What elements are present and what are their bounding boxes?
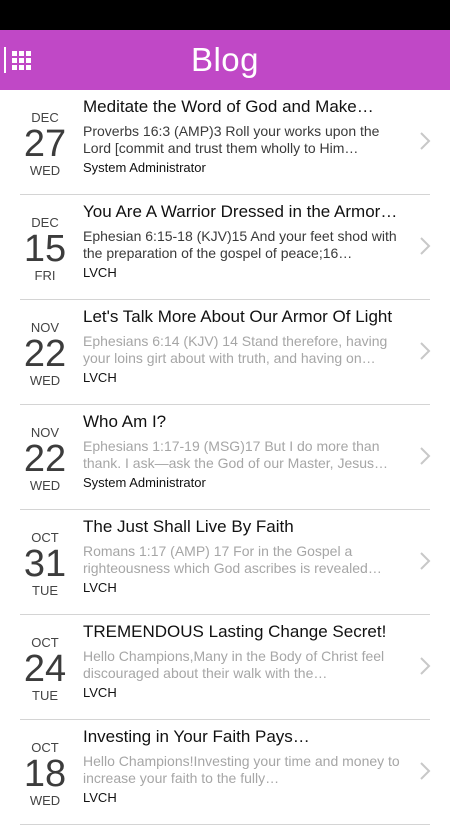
post-title: Investing in Your Faith Pays… [83, 727, 310, 746]
status-bar [0, 0, 450, 30]
chevron-right-icon [420, 552, 431, 570]
post-title: Meditate the Word of God and Make… [83, 97, 374, 116]
chevron-right-icon [420, 762, 431, 780]
post-day: 31 [23, 543, 67, 585]
post-weekday: WED [29, 163, 61, 178]
blog-post-item[interactable]: DEC 27 WED Meditate the Word of God and Mak… [0, 90, 450, 195]
menu-divider [4, 47, 6, 73]
chevron-right-icon [420, 657, 431, 675]
post-excerpt: Romans 1:17 (AMP) 17 For in the Gospel a… [83, 543, 382, 576]
post-excerpt: Ephesians 1:17-19 (MSG)17 But I do more … [83, 438, 389, 471]
blog-post-item[interactable]: OCT 24 TUE TREMENDOUS Lasting Change Secre… [0, 615, 450, 720]
post-day: 27 [23, 123, 67, 165]
page-title: Blog [190, 41, 260, 78]
chevron-right-icon [420, 132, 431, 150]
post-title: TREMENDOUS Lasting Change Secret! [83, 622, 387, 641]
post-title: Who Am I? [83, 412, 167, 431]
post-author: LVCH [83, 370, 117, 385]
post-day: 22 [23, 333, 67, 375]
app-bar: Blog [0, 30, 450, 90]
post-weekday: FRI [34, 268, 56, 283]
post-excerpt: Ephesians 6:14 (KJV) 14 Stand therefore,… [83, 333, 388, 366]
post-content: Investing in Your Faith Pays… Hello Champ… [83, 726, 403, 806]
post-author: System Administrator [83, 475, 206, 490]
post-weekday: WED [29, 373, 61, 388]
post-weekday: WED [29, 478, 61, 493]
post-date: DEC 15 FRI [15, 215, 75, 284]
post-author: LVCH [83, 265, 117, 280]
chevron-right-icon [420, 342, 431, 360]
post-content: Let's Talk More About Our Armor Of Light… [83, 306, 403, 386]
post-date: NOV 22 WED [15, 320, 75, 389]
post-title: The Just Shall Live By Faith [83, 517, 294, 536]
post-day: 24 [23, 648, 67, 690]
post-author: System Administrator [83, 160, 206, 175]
post-title: You Are A Warrior Dressed in the Armor… [83, 202, 398, 221]
post-day: 22 [23, 438, 67, 480]
blog-post-item[interactable]: NOV 22 WED Who Am I? Ephesians 1:17-19 (MSG)… [0, 405, 450, 510]
blog-post-list: DEC 27 WED Meditate the Word of God and Mak… [0, 90, 450, 825]
post-title: Let's Talk More About Our Armor Of Light [83, 307, 393, 326]
post-excerpt: Hello Champions!Investing your time and … [83, 753, 400, 786]
post-content: The Just Shall Live By Faith Romans 1:17 … [83, 516, 403, 596]
blog-post-item[interactable]: OCT 31 TUE The Just Shall Live By Faith Rom… [0, 510, 450, 615]
grid-menu-icon [12, 50, 31, 70]
blog-post-item[interactable]: NOV 22 WED Let's Talk More About Our Armor … [0, 300, 450, 405]
post-content: TREMENDOUS Lasting Change Secret! Hello C… [83, 621, 403, 701]
post-content: Who Am I? Ephesians 1:17-19 (MSG)17 But I… [83, 411, 403, 491]
post-author: LVCH [83, 580, 117, 595]
post-date: OCT 24 TUE [15, 635, 75, 704]
menu-button[interactable] [0, 40, 40, 80]
post-content: Meditate the Word of God and Make… Prover… [83, 96, 403, 176]
post-day: 15 [23, 228, 67, 270]
blog-post-item[interactable]: OCT 18 WED Investing in Your Faith Pays… Hel… [0, 720, 450, 825]
post-author: LVCH [83, 685, 117, 700]
post-date: OCT 18 WED [15, 740, 75, 809]
post-excerpt: Proverbs 16:3 (AMP)3 Roll your works upo… [83, 123, 380, 156]
blog-post-item[interactable]: DEC 15 FRI You Are A Warrior Dressed in the… [0, 195, 450, 300]
post-content: You Are A Warrior Dressed in the Armor… E… [83, 201, 403, 281]
post-weekday: TUE [32, 583, 58, 598]
chevron-right-icon [420, 237, 431, 255]
post-date: OCT 31 TUE [15, 530, 75, 599]
post-author: LVCH [83, 790, 117, 805]
post-excerpt: Hello Champions,Many in the Body of Chri… [83, 648, 385, 681]
post-weekday: WED [29, 793, 61, 808]
post-day: 18 [23, 753, 67, 795]
post-date: NOV 22 WED [15, 425, 75, 494]
post-date: DEC 27 WED [15, 110, 75, 179]
post-weekday: TUE [32, 688, 58, 703]
post-excerpt: Ephesian 6:15-18 (KJV)15 And your feet s… [83, 228, 397, 261]
chevron-right-icon [420, 447, 431, 465]
